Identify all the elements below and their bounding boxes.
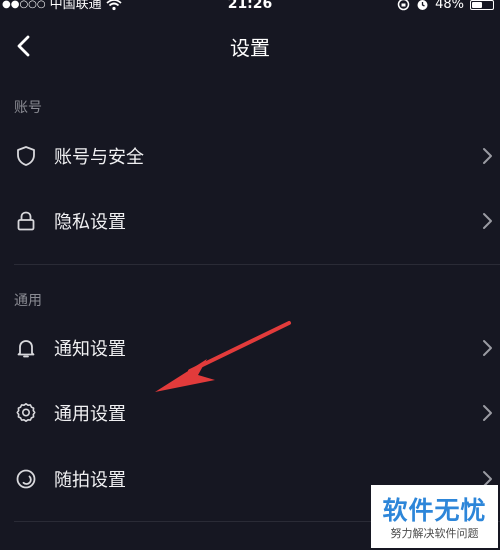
battery-percent: 48% xyxy=(435,0,464,12)
lock-icon xyxy=(17,211,35,231)
chevron-right-icon xyxy=(483,213,492,229)
status-bar-right: 48% xyxy=(397,0,494,11)
section-title-account: 账号 xyxy=(14,100,42,116)
row-label: 随拍设置 xyxy=(54,470,126,491)
status-bar: ●●○○○ 中国联通 21:26 48% xyxy=(0,0,500,14)
chevron-right-icon xyxy=(483,148,492,164)
nav-bar: 设置 xyxy=(0,18,500,74)
section-divider xyxy=(14,264,500,265)
rotation-lock-icon xyxy=(397,0,410,11)
row-label: 通知设置 xyxy=(54,339,126,360)
row-label: 通用设置 xyxy=(54,404,126,425)
chevron-right-icon xyxy=(483,340,492,356)
row-general-settings[interactable]: 通用设置 xyxy=(0,383,500,443)
row-account-security[interactable]: 账号与安全 xyxy=(0,126,500,186)
row-privacy-settings[interactable]: 隐私设置 xyxy=(0,191,500,251)
page-title: 设置 xyxy=(230,36,270,60)
alarm-icon xyxy=(417,0,428,10)
watermark-logo: 软件无忧 努力解决软件问题 xyxy=(371,485,498,548)
watermark-title: 软件无忧 xyxy=(382,496,487,525)
chevron-right-icon xyxy=(483,405,492,421)
gear-icon xyxy=(16,403,36,422)
bell-icon xyxy=(17,340,35,358)
battery-fill xyxy=(472,1,482,8)
watermark-subtitle: 努力解决软件问题 xyxy=(390,527,479,540)
section-title-general: 通用 xyxy=(14,293,42,309)
row-label: 账号与安全 xyxy=(54,147,144,168)
circle-capture-icon xyxy=(16,469,36,489)
row-label: 隐私设置 xyxy=(54,212,126,233)
shield-icon xyxy=(17,146,35,166)
row-notification-settings[interactable]: 通知设置 xyxy=(0,318,500,378)
battery-icon xyxy=(470,0,494,10)
